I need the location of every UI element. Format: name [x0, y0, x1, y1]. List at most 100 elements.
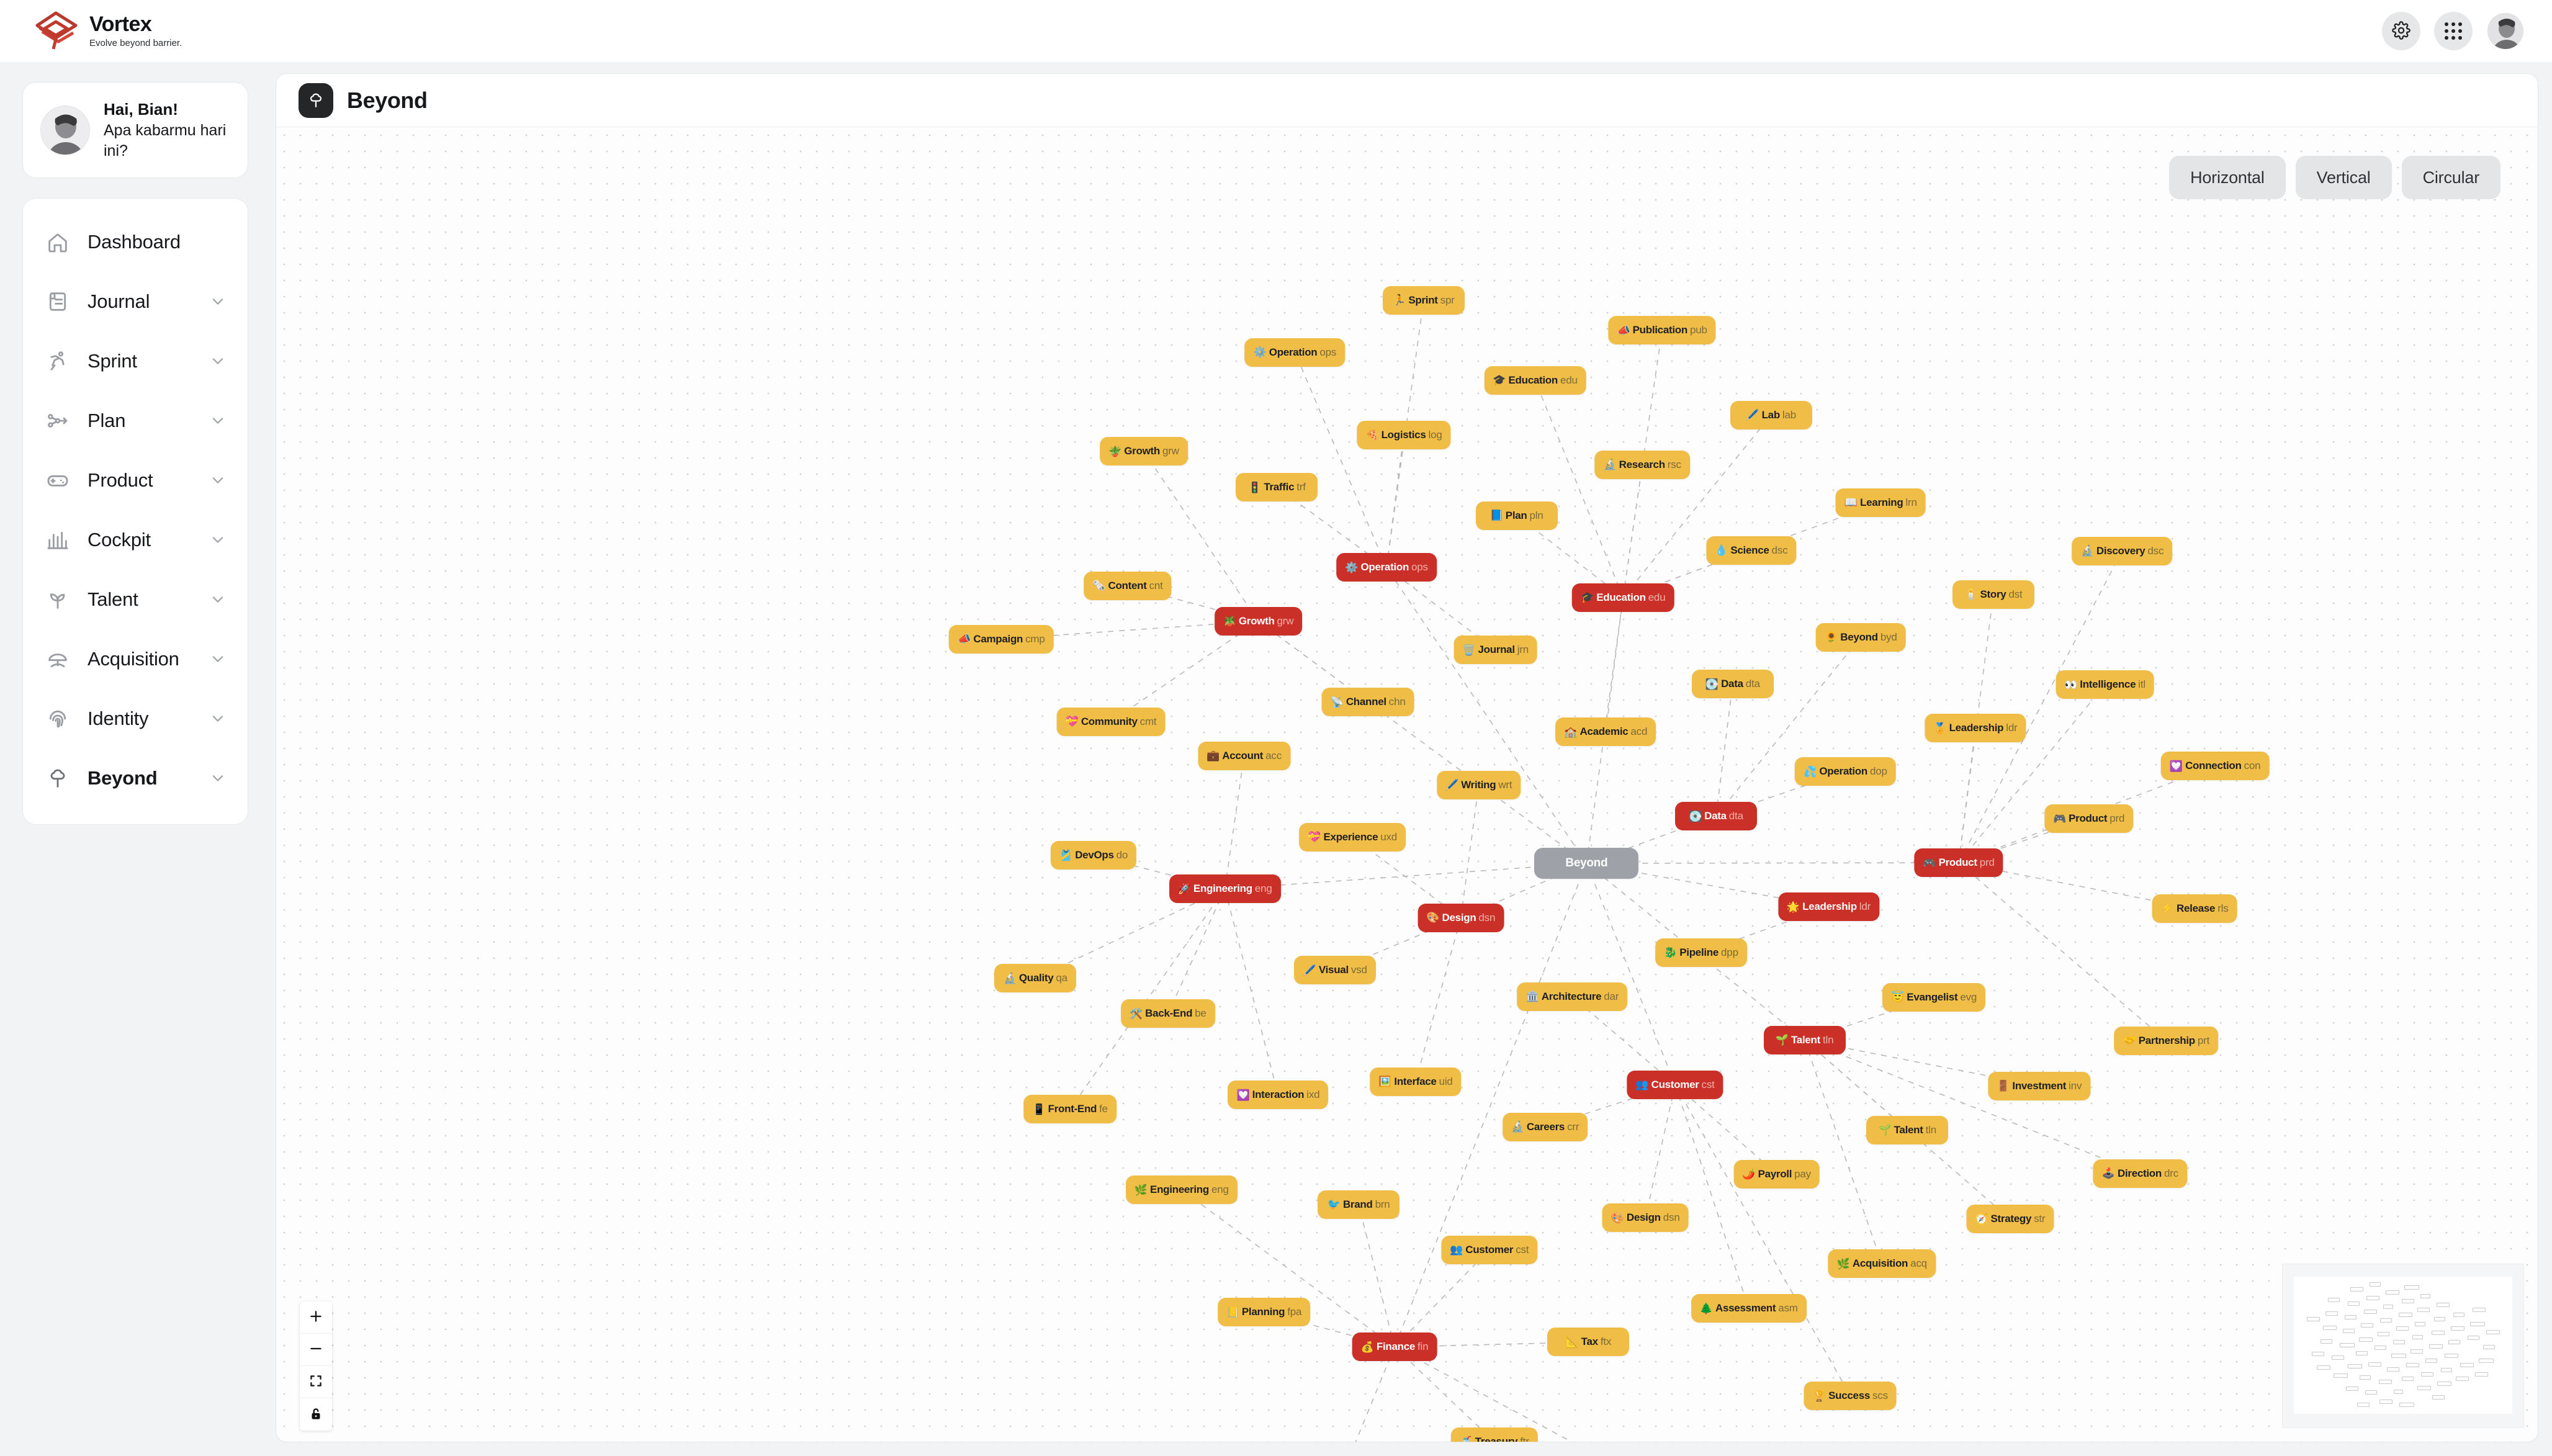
graph-node-talent-tln[interactable]: 🌱 Talent tln	[1763, 1025, 1846, 1054]
graph-node-beyond[interactable]: Beyond	[1534, 848, 1639, 879]
chevron-down-icon[interactable]	[209, 472, 227, 489]
lock-toggle-button[interactable]	[300, 1398, 332, 1431]
fit-view-button[interactable]	[300, 1366, 332, 1398]
graph-node-discovery-dsc[interactable]: 🔬 Discovery dsc	[2072, 536, 2173, 565]
graph-node-evangelist-evg[interactable]: 😇 Evangelist evg	[1882, 982, 1986, 1012]
graph-node-operation-ops[interactable]: ⚙️ Operation ops	[1336, 553, 1437, 582]
graph-node-learning-lrn[interactable]: 📖 Learning lrn	[1835, 488, 1926, 517]
graph-node-sprint-spr[interactable]: 🏃 Sprint spr	[1382, 285, 1465, 315]
graph-node-research-rsc[interactable]: 🔬 Research rsc	[1594, 450, 1690, 479]
zoom-out-button[interactable]	[300, 1334, 332, 1366]
graph-node-architecture-dar[interactable]: 🏛️ Architecture dar	[1517, 982, 1628, 1011]
graph-node-connection-con[interactable]: 💟 Connection con	[2160, 752, 2270, 781]
graph-node-channel-chn[interactable]: 📡 Channel chn	[1321, 688, 1414, 716]
graph-node-direction-drc[interactable]: 🕹️ Direction drc	[2093, 1159, 2187, 1188]
graph-node-education-edu[interactable]: 🎓 Education edu	[1484, 366, 1586, 395]
graph-node-tax-ftx[interactable]: 📐 Tax ftx	[1547, 1328, 1630, 1357]
graph-node-payroll-pay[interactable]: 🌶️ Payroll pay	[1733, 1159, 1820, 1189]
graph-node-community-cmt[interactable]: 💝 Community cmt	[1056, 707, 1166, 736]
graph-node-data-dta[interactable]: 💽 Data dta	[1691, 670, 1774, 699]
graph-node-talent-tln[interactable]: 🌱 Talent tln	[1866, 1115, 1949, 1144]
chevron-down-icon[interactable]	[209, 531, 227, 549]
sidebar-item-cockpit[interactable]: Cockpit	[23, 510, 248, 570]
graph-node-quality-qa[interactable]: 🔬 Quality qa	[994, 964, 1077, 993]
chevron-down-icon[interactable]	[209, 412, 227, 429]
graph-node-leadership-ldr[interactable]: 🏅 Leadership ldr	[1925, 714, 2026, 743]
graph-node-back-end-be[interactable]: 🛠️ Back-End be	[1120, 999, 1215, 1028]
graph-node-science-dsc[interactable]: 💧 Science dsc	[1706, 536, 1797, 565]
user-avatar-button[interactable]	[2486, 12, 2525, 50]
graph-node-customer-cst[interactable]: 👥 Customer cst	[1441, 1235, 1538, 1264]
graph-node-strategy-str[interactable]: 🧭 Strategy str	[1966, 1205, 2054, 1234]
graph-node-acquisition-acq[interactable]: 🌿 Acquisition acq	[1828, 1249, 1936, 1278]
graph-node-finance-fin[interactable]: 💰 Finance fin	[1352, 1332, 1437, 1362]
graph-node-interaction-ixd[interactable]: 💟 Interaction ixd	[1228, 1081, 1329, 1110]
graph-node-treasury-ftr[interactable]: 🥤 Treasury ftr	[1450, 1427, 1538, 1442]
graph-node-partnership-prt[interactable]: 🤝 Partnership prt	[2114, 1026, 2219, 1055]
graph-node-experience-uxd[interactable]: 💝 Experience uxd	[1299, 822, 1406, 852]
graph-node-content-cnt[interactable]: 🗞️ Content cnt	[1084, 571, 1172, 600]
graph-node-brand-brn[interactable]: 🐦 Brand brn	[1318, 1190, 1400, 1219]
chevron-down-icon[interactable]	[209, 353, 227, 370]
graph-node-success-scs[interactable]: 🏆 Success scs	[1804, 1382, 1897, 1411]
chevron-down-icon[interactable]	[209, 650, 227, 668]
graph-node-beyond-byd[interactable]: 🌻 Beyond byd	[1816, 622, 1906, 652]
graph-node-product-prd[interactable]: 🎮 Product prd	[1914, 848, 2003, 878]
settings-button[interactable]	[2382, 12, 2420, 50]
graph-node-customer-cst[interactable]: 👥 Customer cst	[1627, 1070, 1723, 1099]
graph-node-growth-grw[interactable]: 🪴 Growth grw	[1100, 437, 1188, 466]
chevron-down-icon[interactable]	[209, 293, 227, 310]
graph-node-assessment-asm[interactable]: 🌲 Assessment asm	[1691, 1294, 1807, 1323]
apps-button[interactable]	[2434, 12, 2473, 50]
brand[interactable]: Vortex Evolve beyond barrier.	[35, 11, 182, 52]
graph-node-planning-fpa[interactable]: 📒 Planning fpa	[1217, 1298, 1311, 1327]
graph-node-devops-do[interactable]: 🎽 DevOps do	[1051, 841, 1137, 870]
graph-node-investment-inv[interactable]: 🚪 Investment inv	[1988, 1071, 2091, 1100]
sidebar-item-acquisition[interactable]: Acquisition	[23, 629, 248, 689]
graph-node-traffic-trf[interactable]: 🚦 Traffic trf	[1236, 473, 1318, 502]
sidebar-item-talent[interactable]: Talent	[23, 570, 248, 629]
graph-node-front-end-fe[interactable]: 📱 Front-End fe	[1023, 1095, 1116, 1124]
graph-node-plan-pln[interactable]: 📘 Plan pln	[1475, 501, 1558, 530]
sidebar-item-sprint[interactable]: Sprint	[23, 331, 248, 391]
chevron-down-icon[interactable]	[209, 591, 227, 608]
graph-node-engineering-eng[interactable]: 🚀 Engineering eng	[1169, 874, 1281, 904]
graph-node-data-dta[interactable]: 💽 Data dta	[1674, 802, 1757, 831]
layout-button-vertical[interactable]: Vertical	[2295, 156, 2392, 199]
graph-node-intelligence-itl[interactable]: 👀 Intelligence itl	[2056, 670, 2154, 699]
minimap[interactable]	[2282, 1264, 2524, 1428]
graph-node-careers-crr[interactable]: 🔬 Careers crr	[1502, 1112, 1588, 1141]
layout-button-horizontal[interactable]: Horizontal	[2169, 156, 2286, 199]
sidebar-item-journal[interactable]: Journal	[23, 272, 248, 331]
graph-node-campaign-cmp[interactable]: 📣 Campaign cmp	[949, 624, 1054, 654]
graph-node-growth-grw[interactable]: 🪴 Growth grw	[1214, 606, 1303, 636]
sidebar-item-identity[interactable]: Identity	[23, 689, 248, 748]
graph-node-operation-dop[interactable]: 💦 Operation dop	[1795, 757, 1896, 786]
sidebar-item-beyond[interactable]: Beyond	[23, 748, 248, 808]
graph-node-publication-pub[interactable]: 📣 Publication pub	[1608, 316, 1716, 345]
graph-node-journal-jrn[interactable]: 🗑️ Journal jrn	[1453, 636, 1538, 665]
graph-node-pipeline-dpp[interactable]: 🐉 Pipeline dpp	[1655, 938, 1747, 967]
graph-node-lab-lab[interactable]: 🖊️ Lab lab	[1730, 400, 1812, 429]
zoom-in-button[interactable]	[300, 1301, 332, 1334]
graph-node-writing-wrt[interactable]: 🖊️ Writing wrt	[1437, 770, 1521, 799]
graph-node-engineering-eng[interactable]: 🌿 Engineering eng	[1125, 1175, 1238, 1205]
graph-node-education-edu[interactable]: 🎓 Education edu	[1572, 583, 1674, 612]
graph-node-design-dsn[interactable]: 🎨 Design dsn	[1602, 1203, 1689, 1233]
layout-button-circular[interactable]: Circular	[2401, 156, 2500, 199]
graph-node-account-acc[interactable]: 💼 Account acc	[1198, 741, 1291, 770]
chevron-down-icon[interactable]	[209, 710, 227, 727]
graph-node-visual-vsd[interactable]: 🖊️ Visual vsd	[1294, 956, 1377, 985]
sidebar-item-dashboard[interactable]: Dashboard	[23, 212, 248, 272]
graph-node-logistics-log[interactable]: 🍕 Logistics log	[1357, 420, 1451, 449]
graph-viewport[interactable]: Horizontal Vertical Circular Beyond ⚙️ Opera…	[276, 127, 2538, 1442]
sidebar-item-plan[interactable]: Plan	[23, 391, 248, 451]
graph-node-story-dst[interactable]: 🕯️ Story dst	[1952, 580, 2034, 609]
graph-node-release-rls[interactable]: ⚡ Release rls	[2152, 894, 2237, 923]
chevron-down-icon[interactable]	[209, 770, 227, 787]
graph-node-academic-acd[interactable]: 🏫 Academic acd	[1555, 717, 1656, 747]
graph-node-interface-uid[interactable]: 🖼️ Interface uid	[1370, 1067, 1462, 1096]
sidebar-item-product[interactable]: Product	[23, 451, 248, 510]
graph-node-design-dsn[interactable]: 🎨 Design dsn	[1418, 903, 1504, 932]
graph-node-operation-ops[interactable]: ⚙️ Operation ops	[1244, 338, 1346, 367]
